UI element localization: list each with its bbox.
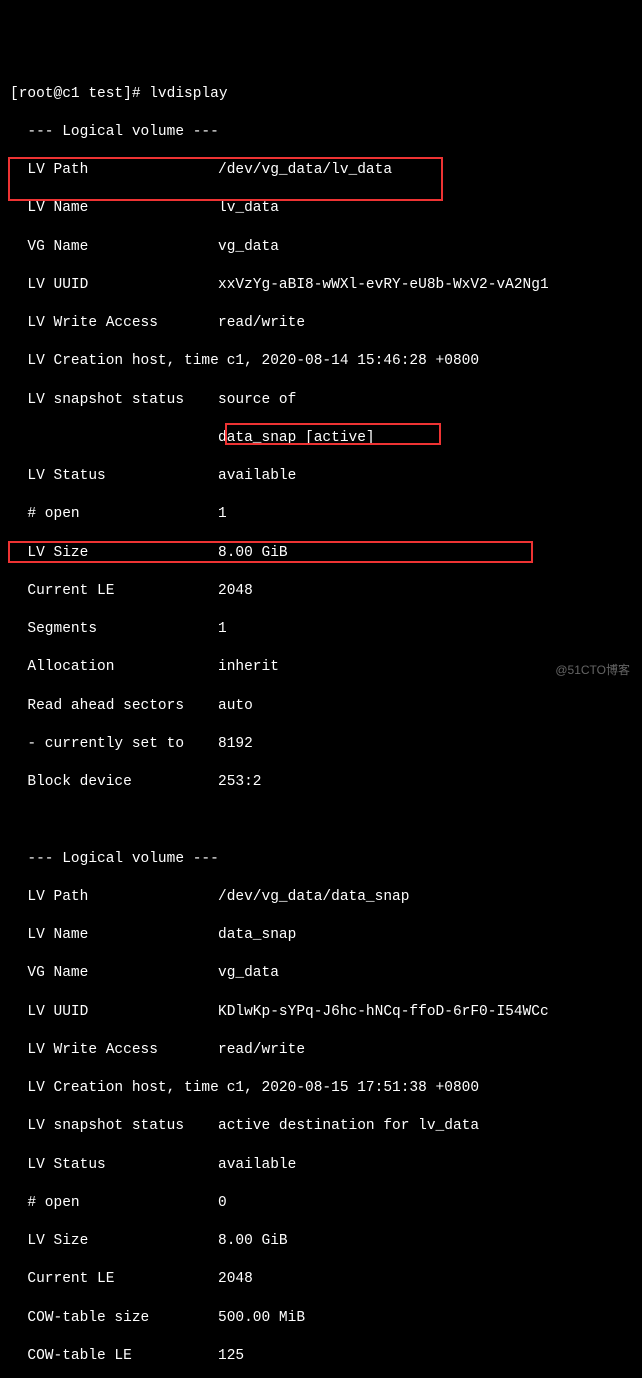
lv2-snap-value: active destination for lv_data xyxy=(218,1117,479,1136)
highlight-box-snap-path xyxy=(225,423,441,445)
lv2-creation: LV Creation host, time c1, 2020-08-15 17… xyxy=(10,1079,632,1098)
lv2-status-label: LV Status xyxy=(10,1156,218,1175)
lv2-name-value: data_snap xyxy=(218,926,296,945)
lv2-name-label: LV Name xyxy=(10,926,218,945)
lv2-curle-label: Current LE xyxy=(10,1270,218,1289)
lv1-write-label: LV Write Access xyxy=(10,314,218,333)
lv1-block: Block device253:2 xyxy=(10,773,632,792)
lv1-status-value: available xyxy=(218,467,296,486)
lv1-status: LV Statusavailable xyxy=(10,467,632,486)
lv2-path: LV Path/dev/vg_data/data_snap xyxy=(10,888,632,907)
lv2-open-label: # open xyxy=(10,1194,218,1213)
lv2-creation-value: c1, 2020-08-15 17:51:38 +0800 xyxy=(218,1079,479,1098)
lv2-uuid: LV UUIDKDlwKp-sYPq-J6hc-hNCq-ffoD-6rF0-I… xyxy=(10,1003,632,1022)
lv1-write-value: read/write xyxy=(218,314,305,333)
lv2-write-label: LV Write Access xyxy=(10,1041,218,1060)
lv1-alloc-label: Allocation xyxy=(10,658,218,677)
lv1-cset: - currently set to8192 xyxy=(10,735,632,754)
lv2-path-value: /dev/vg_data/data_snap xyxy=(218,888,409,907)
lv2-cowle: COW-table LE125 xyxy=(10,1347,632,1366)
lv1-snap-label: LV snapshot status xyxy=(10,391,218,410)
lv1-vg-value: vg_data xyxy=(218,238,279,257)
lv2-cowsize-value: 500.00 MiB xyxy=(218,1309,305,1328)
highlight-box-snapshot-status-1 xyxy=(8,157,443,201)
lv2-creation-label: LV Creation host, time xyxy=(10,1079,218,1098)
lv2-open: # open0 xyxy=(10,1194,632,1213)
lv1-curle-value: 2048 xyxy=(218,582,253,601)
lv2-vg-label: VG Name xyxy=(10,964,218,983)
lv2-size-value: 8.00 GiB xyxy=(218,1232,288,1251)
lv1-header: --- Logical volume --- xyxy=(10,123,632,142)
lv1-read-value: auto xyxy=(218,697,253,716)
lv1-name-value: lv_data xyxy=(218,199,279,218)
lv2-status-value: available xyxy=(218,1156,296,1175)
lv1-block-label: Block device xyxy=(10,773,218,792)
lv1-open: # open1 xyxy=(10,505,632,524)
lv1-cset-label: - currently set to xyxy=(10,735,218,754)
lv1-seg-label: Segments xyxy=(10,620,218,639)
lv2-write: LV Write Accessread/write xyxy=(10,1041,632,1060)
lv1-creation: LV Creation host, time c1, 2020-08-14 15… xyxy=(10,352,632,371)
lv1-seg: Segments1 xyxy=(10,620,632,639)
lv1-curle-label: Current LE xyxy=(10,582,218,601)
lv2-path-label: LV Path xyxy=(10,888,218,907)
lv1-uuid: LV UUIDxxVzYg-aBI8-wWXl-evRY-eU8b-WxV2-v… xyxy=(10,276,632,295)
lv1-write: LV Write Accessread/write xyxy=(10,314,632,333)
lv1-read: Read ahead sectorsauto xyxy=(10,697,632,716)
lv1-creation-value: c1, 2020-08-14 15:46:28 +0800 xyxy=(218,352,479,371)
lv2-size: LV Size8.00 GiB xyxy=(10,1232,632,1251)
lv1-curle: Current LE2048 xyxy=(10,582,632,601)
lv2-name: LV Namedata_snap xyxy=(10,926,632,945)
lv1-snap-value1: source of xyxy=(218,391,296,410)
lv1-alloc: Allocationinherit xyxy=(10,658,632,677)
watermark: @51CTO博客 xyxy=(555,663,630,679)
lv1-creation-label: LV Creation host, time xyxy=(10,352,218,371)
lv1-uuid-label: LV UUID xyxy=(10,276,218,295)
lv1-vg-label: VG Name xyxy=(10,238,218,257)
lv2-cowle-label: COW-table LE xyxy=(10,1347,218,1366)
lv2-write-value: read/write xyxy=(218,1041,305,1060)
lv2-uuid-value: KDlwKp-sYPq-J6hc-hNCq-ffoD-6rF0-I54WCc xyxy=(218,1003,549,1022)
lv2-status: LV Statusavailable xyxy=(10,1156,632,1175)
lv1-uuid-value: xxVzYg-aBI8-wWXl-evRY-eU8b-WxV2-vA2Ng1 xyxy=(218,276,549,295)
lv2-header: --- Logical volume --- xyxy=(10,850,632,869)
highlight-box-snapshot-status-2 xyxy=(8,541,533,563)
lv1-status-label: LV Status xyxy=(10,467,218,486)
lv2-snap-label: LV snapshot status xyxy=(10,1117,218,1136)
lv2-open-value: 0 xyxy=(218,1194,227,1213)
lv2-cowsize: COW-table size500.00 MiB xyxy=(10,1309,632,1328)
lv2-uuid-label: LV UUID xyxy=(10,1003,218,1022)
lv1-seg-value: 1 xyxy=(218,620,227,639)
lv2-size-label: LV Size xyxy=(10,1232,218,1251)
lv2-vg-value: vg_data xyxy=(218,964,279,983)
lv1-snap-line1: LV snapshot statussource of xyxy=(10,391,632,410)
shell-prompt-line: [root@c1 test]# lvdisplay xyxy=(10,85,632,104)
lv1-alloc-value: inherit xyxy=(218,658,279,677)
lv1-open-value: 1 xyxy=(218,505,227,524)
lv2-curle-value: 2048 xyxy=(218,1270,253,1289)
lv2-vg: VG Namevg_data xyxy=(10,964,632,983)
lv2-cowle-value: 125 xyxy=(218,1347,244,1366)
lv1-open-label: # open xyxy=(10,505,218,524)
blank-line xyxy=(10,811,632,830)
lv2-curle: Current LE2048 xyxy=(10,1270,632,1289)
lv2-snap: LV snapshot statusactive destination for… xyxy=(10,1117,632,1136)
lv1-read-label: Read ahead sectors xyxy=(10,697,218,716)
lv1-block-value: 253:2 xyxy=(218,773,262,792)
lv1-name: LV Namelv_data xyxy=(10,199,632,218)
lv1-cset-value: 8192 xyxy=(218,735,253,754)
lv2-cowsize-label: COW-table size xyxy=(10,1309,218,1328)
lv1-vg: VG Namevg_data xyxy=(10,238,632,257)
lv1-name-label: LV Name xyxy=(10,199,218,218)
